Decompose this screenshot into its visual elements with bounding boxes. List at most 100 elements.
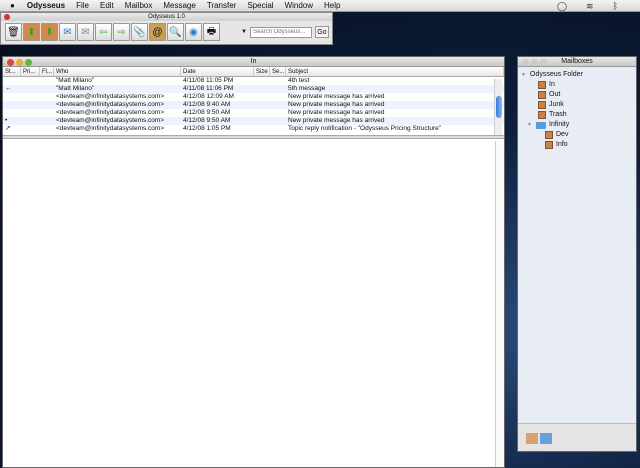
mailbox-in[interactable]: In [521, 80, 636, 90]
column-flag[interactable]: Fl... [40, 67, 54, 76]
priority-cell [21, 125, 40, 133]
close-button[interactable] [522, 59, 529, 66]
mailbox-icon [545, 141, 553, 149]
reply-icon[interactable]: ⇦ [95, 23, 112, 41]
reply-all-icon[interactable]: ✉ [59, 23, 76, 41]
menu-edit[interactable]: Edit [100, 1, 114, 10]
subject-cell: 5th message [288, 85, 326, 92]
menu-special[interactable]: Special [247, 1, 273, 10]
column-subject[interactable]: Subject [286, 67, 504, 76]
flag-cell [40, 125, 54, 133]
message-row[interactable]: <devteam@infinitydatasystems.com> 4/12/08… [3, 109, 504, 117]
forward-icon[interactable]: ⇨ [113, 23, 130, 41]
flag-cell [40, 93, 54, 101]
mailbox-out[interactable]: Out [521, 90, 636, 100]
date-cell: 4/12/08 9:50 AM [183, 109, 231, 116]
priority-cell [21, 77, 40, 85]
toolbar-window-title: Odysseus 1.0 [1, 13, 332, 21]
mailbox-label: In [549, 81, 555, 88]
go-button[interactable]: Go [314, 26, 329, 38]
new-mailbox-icon[interactable] [526, 433, 538, 444]
sent-cell [270, 77, 286, 85]
size-cell [254, 101, 270, 109]
preview-pane[interactable] [3, 139, 504, 467]
mailbox-icon [538, 111, 546, 119]
menu-odysseus[interactable]: Odysseus [27, 1, 65, 10]
scroll-thumb[interactable] [496, 96, 502, 118]
window-title: Mailboxes [561, 58, 593, 65]
size-cell [254, 117, 270, 125]
menu-mailbox[interactable]: Mailbox [125, 1, 153, 10]
search-input[interactable] [249, 26, 312, 38]
column-who[interactable]: Who [54, 67, 181, 76]
mailboxes-title-bar: Mailboxes [518, 57, 636, 67]
status-cell [3, 109, 21, 117]
column-priority[interactable]: Pri... [21, 67, 40, 76]
menu-file[interactable]: File [76, 1, 89, 10]
find-icon[interactable]: 🔍 [167, 23, 184, 41]
flag-cell [40, 117, 54, 125]
folder-infinity[interactable]: ▼ Infinity [521, 120, 636, 130]
apple-menu[interactable]: ● [10, 1, 15, 10]
bluetooth-icon[interactable]: ᛒ [613, 1, 618, 12]
new-message-icon[interactable]: ✉ [77, 23, 94, 41]
message-row[interactable]: ↗ <devteam@infinitydatasystems.com> 4/12/0… [3, 125, 504, 133]
wifi-icon[interactable]: ≋ [586, 1, 594, 12]
zoom-button[interactable] [540, 59, 547, 66]
mailbox-label: Info [556, 141, 568, 148]
mailbox-label: Junk [549, 101, 564, 108]
menu-window[interactable]: Window [285, 1, 313, 10]
mailbox-info[interactable]: Info [521, 140, 636, 150]
priority-cell [21, 101, 40, 109]
message-list-scrollbar[interactable] [494, 79, 502, 137]
who-cell: <devteam@infinitydatasystems.com> [56, 117, 165, 124]
send-mail-icon[interactable]: ⬇ [41, 23, 58, 41]
zoom-button[interactable] [25, 59, 32, 66]
message-row[interactable]: <devteam@infinitydatasystems.com> 4/12/08… [3, 101, 504, 109]
mailboxes-window: Mailboxes ▼ Odysseus Folder In Out Junk Tras… [517, 56, 637, 452]
subject-cell: 4th test [288, 77, 310, 84]
column-status[interactable]: St... [3, 67, 21, 76]
preview-scrollbar[interactable] [495, 141, 504, 467]
print-icon[interactable]: 🖶 [203, 23, 220, 41]
minimize-button[interactable] [531, 59, 538, 66]
date-cell: 4/11/08 11:06 PM [183, 85, 234, 92]
search-icon[interactable]: ◉ [185, 23, 202, 41]
menu-help[interactable]: Help [324, 1, 340, 10]
new-folder-icon[interactable] [540, 433, 552, 444]
close-button[interactable] [7, 59, 14, 66]
address-book-icon[interactable]: @ [149, 23, 166, 41]
subject-cell: New private message has arrived [288, 109, 385, 116]
mailbox-dev[interactable]: Dev [521, 130, 636, 140]
close-button[interactable] [4, 14, 10, 20]
sent-cell [270, 101, 286, 109]
column-date[interactable]: Date [181, 67, 254, 76]
mailbox-icon [538, 81, 546, 89]
mailbox-junk[interactable]: Junk [521, 100, 636, 110]
search-scope-dropdown[interactable]: ▼ [241, 29, 247, 35]
sync-icon[interactable]: ◯ [557, 1, 567, 12]
disclosure-triangle-icon[interactable]: ▼ [527, 120, 533, 130]
trash-icon[interactable]: 🗑 [5, 23, 22, 41]
mailbox-icon [538, 101, 546, 109]
message-row[interactable]: "Matt Milano" 4/11/08 11:05 PM 4th test [3, 77, 504, 85]
message-row[interactable]: • <devteam@infinitydatasystems.com> 4/12/0… [3, 117, 504, 125]
message-row[interactable]: ← "Matt Milano" 4/11/08 11:06 PM 5th messag… [3, 85, 504, 93]
menu-transfer[interactable]: Transfer [207, 1, 237, 10]
mailbox-trash[interactable]: Trash [521, 110, 636, 120]
get-mail-icon[interactable]: ⬆ [23, 23, 40, 41]
column-size[interactable]: Size [254, 67, 270, 76]
column-sent[interactable]: Se... [270, 67, 286, 76]
menu-message[interactable]: Message [163, 1, 195, 10]
attachment-icon[interactable]: 📎 [131, 23, 148, 41]
date-cell: 4/12/08 12:09 AM [183, 93, 234, 100]
folder-odysseus[interactable]: ▼ Odysseus Folder [521, 70, 636, 80]
folder-label: Odysseus Folder [530, 71, 583, 78]
message-row[interactable]: <devteam@infinitydatasystems.com> 4/12/08… [3, 93, 504, 101]
who-cell: <devteam@infinitydatasystems.com> [56, 125, 165, 132]
size-cell [254, 85, 270, 93]
minimize-button[interactable] [16, 59, 23, 66]
size-cell [254, 109, 270, 117]
sent-cell [270, 93, 286, 101]
disclosure-triangle-icon[interactable]: ▼ [521, 70, 527, 80]
